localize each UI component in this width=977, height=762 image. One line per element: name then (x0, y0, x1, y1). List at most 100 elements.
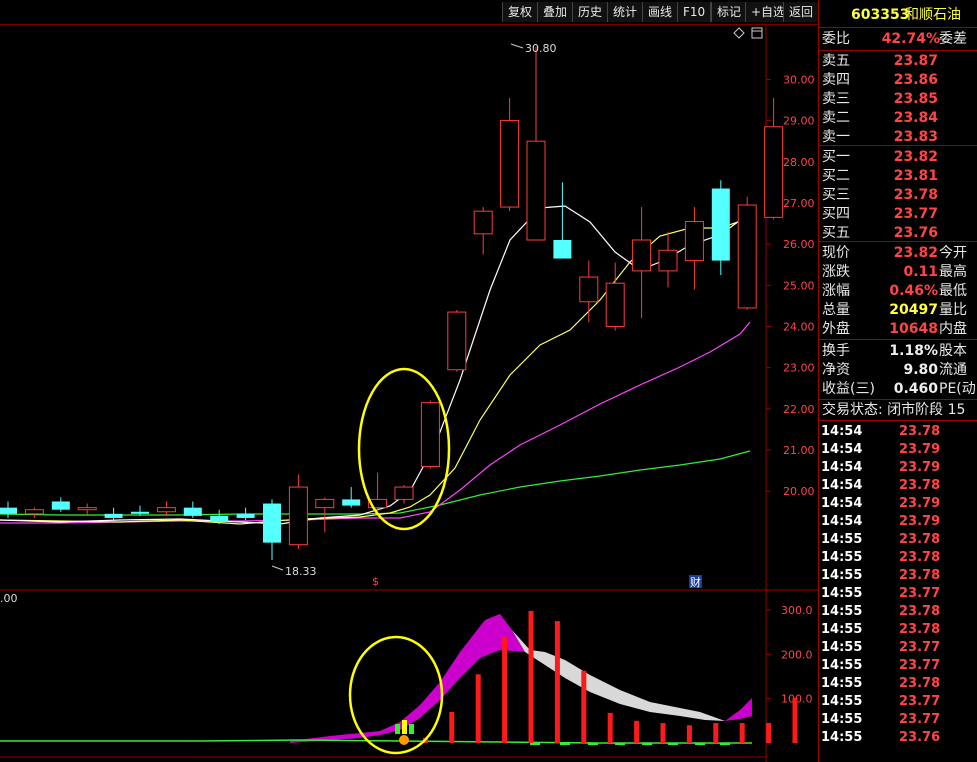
sub-bar (449, 711, 455, 743)
tick-row: 14:55 23.77 (819, 693, 977, 711)
candle (156, 501, 176, 516)
trade-status-row: 交易状态: 闭市阶段 15 (819, 401, 977, 419)
bid-level-1: 买一 23.82 (819, 148, 977, 166)
tick-time: 14:55 (821, 694, 863, 709)
candle (658, 231, 678, 288)
stat-row-2-value: 0.46% (889, 283, 938, 299)
stat-row-4-label2: 内盘 (939, 321, 967, 337)
sub-bar (502, 636, 508, 743)
candle (104, 507, 123, 520)
stat-row-0: 现价 23.82 今开 (819, 244, 977, 262)
price-tick-label: 23.00 (783, 362, 815, 375)
tick-price: 23.77 (899, 712, 941, 727)
price-tick-label: 25.00 (783, 279, 815, 292)
financial-report-marker[interactable]: 财 (689, 575, 702, 589)
tick-price: 23.79 (899, 496, 941, 511)
magenta-band-right (725, 698, 752, 721)
sub-bar (581, 670, 587, 743)
stat-row-0-label: 现价 (822, 245, 850, 261)
tick-time: 14:55 (821, 586, 863, 601)
quote-panel: 603353 和顺石油 委比 42.74% 委差 卖五 23.87 卖四 23.86 卖… (818, 0, 977, 762)
candle-body (632, 239, 652, 272)
sub-chart-left-label: .00 (0, 592, 18, 605)
ask-level-2: 卖二 23.84 (819, 109, 977, 127)
candle (51, 497, 70, 512)
ask-level-1-value: 23.83 (893, 129, 938, 145)
candle-body (737, 204, 757, 309)
stat-row-3: 总量 20497 量比 (819, 301, 977, 319)
tick-price: 23.78 (899, 424, 941, 439)
candlestick-series (0, 46, 784, 560)
price-tick-label: 29.00 (783, 115, 815, 128)
fund-row-0: 换手 1.18% 股本 (819, 342, 977, 360)
diamond-icon[interactable] (733, 27, 745, 39)
candle-body (658, 249, 678, 272)
tick-row: 14:54 23.78 (819, 477, 977, 495)
candle-body (764, 126, 784, 218)
tick-time: 14:55 (821, 550, 863, 565)
fund-row-0-label2: 股本 (939, 343, 967, 359)
bid-level-5: 买五 23.76 (819, 224, 977, 242)
candle (77, 503, 97, 516)
tick-time: 14:55 (821, 712, 863, 727)
tick-row: 14:54 23.79 (819, 459, 977, 477)
low-annotation: 18.33 (271, 565, 317, 578)
sub-tick-label: 300.0 (781, 604, 813, 617)
fund-row-1: 净资 9.80 流通 (819, 361, 977, 379)
tick-price: 23.77 (899, 694, 941, 709)
sub-tick-label: 200.0 (781, 648, 813, 661)
weibi-value: 42.74% (881, 31, 940, 47)
candle-body (51, 501, 70, 510)
candle (500, 97, 520, 212)
ask-level-4-label: 卖四 (822, 72, 850, 88)
candle (24, 507, 44, 518)
bid-level-3: 买三 23.78 (819, 186, 977, 204)
window-icon[interactable] (751, 27, 763, 39)
candle (684, 207, 704, 290)
kline-chart[interactable]: 30.00 29.00 28.00 27.00 26.00 25.00 24.00 23.00… (0, 0, 818, 762)
bid-level-5-value: 23.76 (893, 225, 938, 241)
tick-time: 14:54 (821, 460, 863, 475)
candle-body (183, 507, 202, 516)
tick-time: 14:55 (821, 658, 863, 673)
tick-row: 14:54 23.79 (819, 513, 977, 531)
tick-time: 14:54 (821, 496, 863, 511)
sub-green-line (0, 739, 752, 744)
candle (764, 97, 784, 220)
candle (0, 501, 17, 518)
bid-level-2: 买二 23.81 (819, 167, 977, 185)
sub-bar (475, 674, 481, 743)
stat-row-2-label2: 最低 (939, 283, 967, 299)
highlight-circle-sub (348, 635, 444, 755)
price-tick-label: 28.00 (783, 156, 815, 169)
candle (131, 505, 149, 516)
svg-text:30.80: 30.80 (525, 42, 557, 55)
stat-row-0-label2: 今开 (939, 245, 967, 261)
tick-price: 23.78 (899, 622, 941, 637)
sub-bar (554, 621, 560, 743)
candle (183, 501, 202, 518)
price-tick-label: 26.00 (783, 238, 815, 251)
price-tick-label: 20.00 (783, 485, 815, 498)
ask-level-5: 卖五 23.87 (819, 52, 977, 70)
stat-row-4: 外盘 10648 内盘 (819, 320, 977, 338)
tick-time: 14:55 (821, 604, 863, 619)
weicha-label: 委差 (939, 31, 967, 47)
bid-level-4-value: 23.77 (893, 206, 938, 222)
candle (711, 180, 730, 275)
tick-time: 14:55 (821, 622, 863, 637)
price-tick-label: 30.00 (783, 73, 815, 86)
fund-row-2: 收益(三) 0.460 PE(动 (819, 380, 977, 398)
sub-bar (792, 697, 798, 743)
candle-body (684, 220, 704, 262)
bid-level-3-value: 23.78 (893, 187, 938, 203)
tick-row: 14:54 23.78 (819, 423, 977, 441)
candle-body (24, 509, 44, 515)
tick-time: 14:55 (821, 676, 863, 691)
ask-level-3: 卖三 23.85 (819, 90, 977, 108)
candle-body (77, 507, 97, 511)
tick-row: 14:55 23.77 (819, 639, 977, 657)
s-marker[interactable]: $ (372, 575, 379, 588)
candle (210, 509, 229, 525)
candle (263, 499, 281, 560)
